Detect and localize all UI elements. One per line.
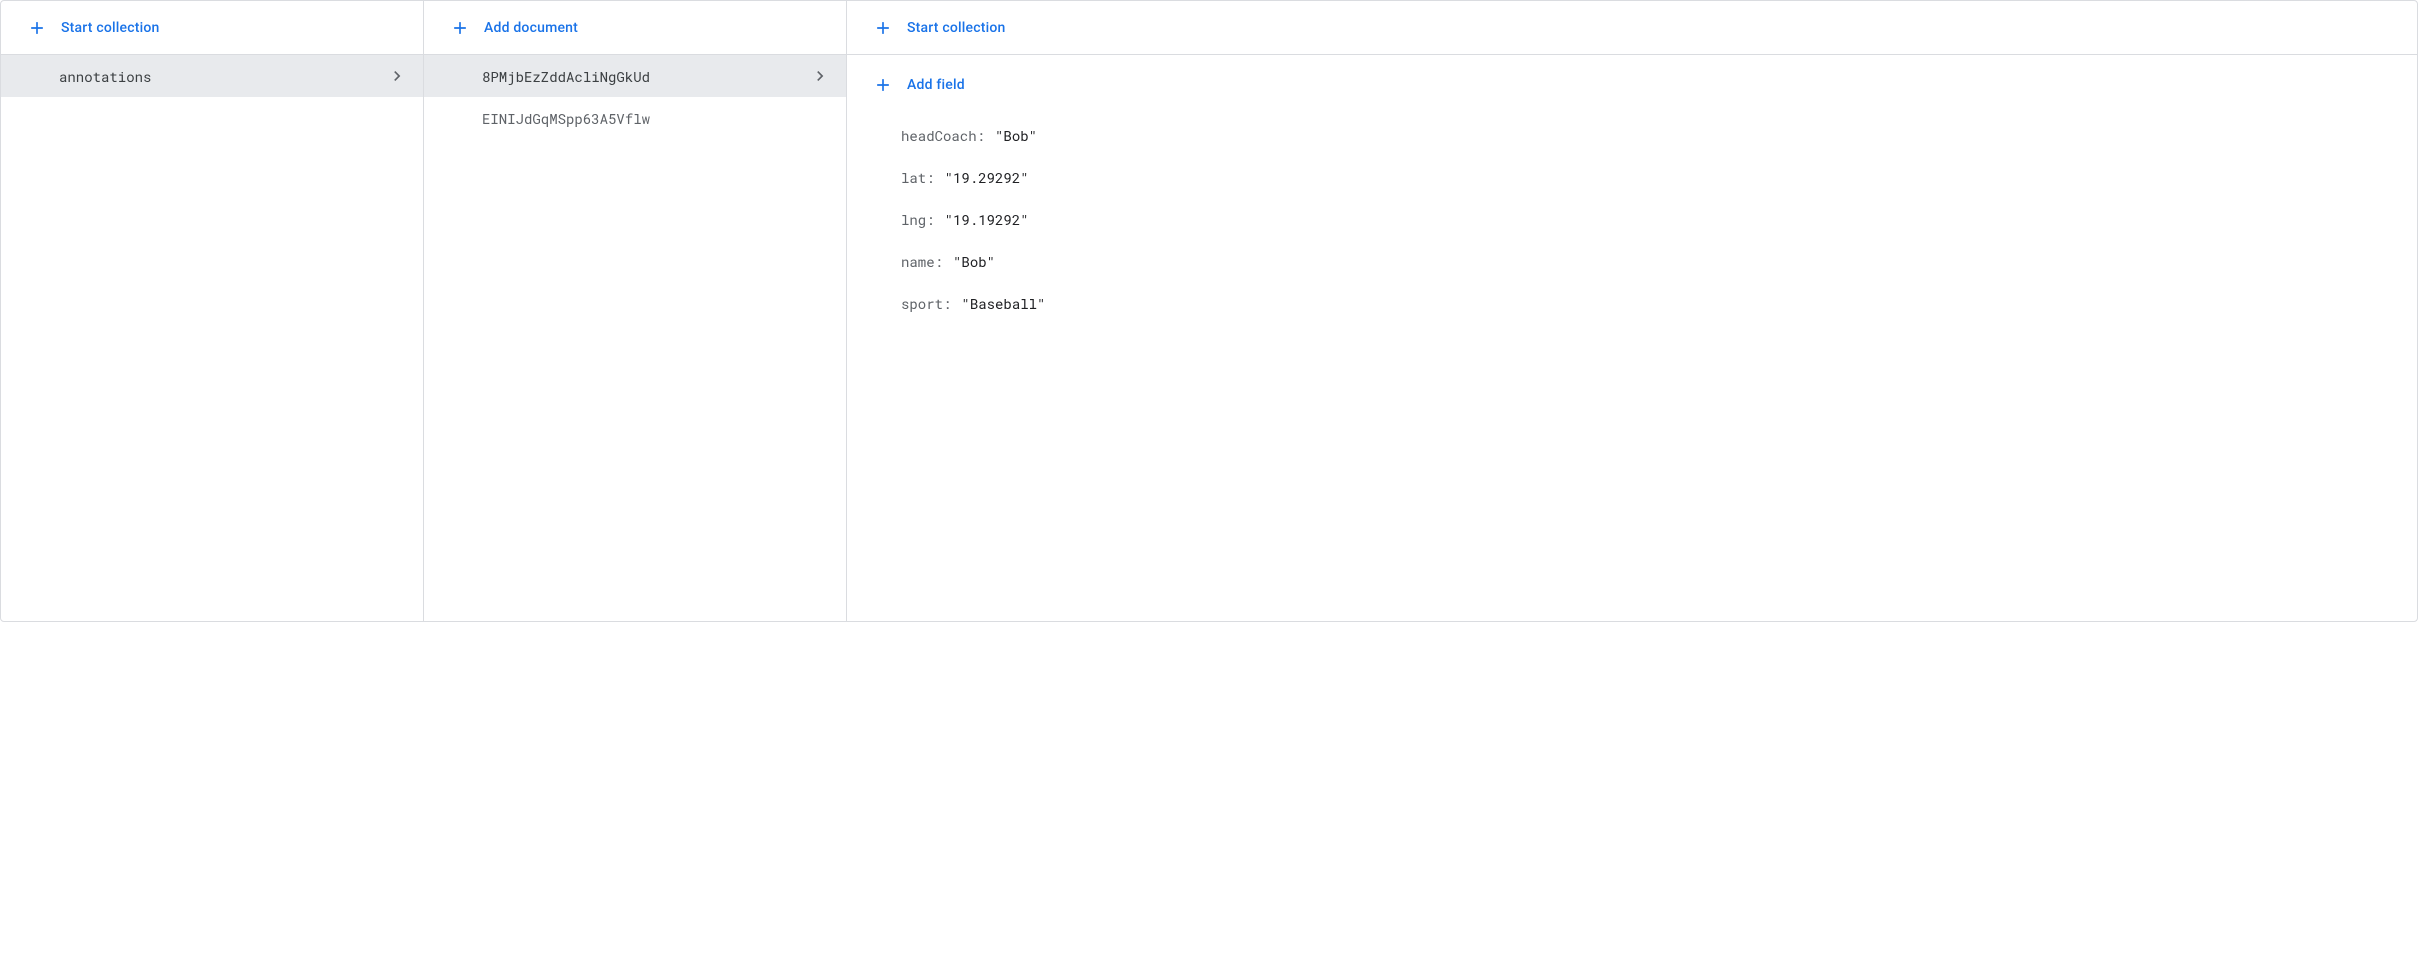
documents-panel: Add document 8PMjbEzZddAcliNgGkUd EINIJd… xyxy=(424,1,847,621)
field-value: "Bob" xyxy=(995,125,1037,147)
plus-icon xyxy=(871,73,895,97)
add-document-button[interactable]: Add document xyxy=(424,1,846,55)
field-colon: : xyxy=(926,209,934,231)
fields-panel: Start collection Add field headCoach: "B… xyxy=(847,1,2417,621)
field-key: name xyxy=(901,251,935,273)
document-item[interactable]: 8PMjbEzZddAcliNgGkUd xyxy=(424,55,846,97)
document-item-label: EINIJdGqMSpp63A5Vflw xyxy=(482,109,830,128)
plus-icon xyxy=(25,16,49,40)
field-key: lng xyxy=(901,209,926,231)
start-subcollection-button[interactable]: Start collection xyxy=(847,1,2417,55)
field-value: "19.19292" xyxy=(945,209,1029,231)
chevron-right-icon xyxy=(810,66,830,86)
field-row[interactable]: name: "Bob" xyxy=(847,241,2417,283)
plus-icon xyxy=(871,16,895,40)
collections-panel: Start collection annotations xyxy=(1,1,424,621)
field-row[interactable]: sport: "Baseball" xyxy=(847,283,2417,325)
field-row[interactable]: headCoach: "Bob" xyxy=(847,115,2417,157)
add-field-label: Add field xyxy=(907,77,965,93)
collection-item[interactable]: annotations xyxy=(1,55,423,97)
field-key: sport xyxy=(901,293,943,315)
field-colon: : xyxy=(977,125,985,147)
field-value: "Baseball" xyxy=(961,293,1045,315)
field-value: "19.29292" xyxy=(945,167,1029,189)
field-value: "Bob" xyxy=(953,251,995,273)
field-colon: : xyxy=(926,167,934,189)
start-subcollection-label: Start collection xyxy=(907,20,1005,36)
add-document-label: Add document xyxy=(484,20,578,36)
chevron-right-icon xyxy=(387,66,407,86)
start-collection-label: Start collection xyxy=(61,20,159,36)
field-row[interactable]: lng: "19.19292" xyxy=(847,199,2417,241)
field-key: headCoach xyxy=(901,125,977,147)
document-item-label: 8PMjbEzZddAcliNgGkUd xyxy=(482,67,802,86)
collection-item-label: annotations xyxy=(59,67,379,86)
firestore-data-viewer: Start collection annotations Add documen… xyxy=(0,0,2418,622)
start-collection-button[interactable]: Start collection xyxy=(1,1,423,55)
plus-icon xyxy=(448,16,472,40)
document-item[interactable]: EINIJdGqMSpp63A5Vflw xyxy=(424,97,846,139)
add-field-button[interactable]: Add field xyxy=(847,61,2417,109)
fields-body: Add field headCoach: "Bob" lat: "19.2929… xyxy=(847,55,2417,621)
field-key: lat xyxy=(901,167,926,189)
field-colon: : xyxy=(943,293,951,315)
field-row[interactable]: lat: "19.29292" xyxy=(847,157,2417,199)
field-colon: : xyxy=(935,251,943,273)
documents-list: 8PMjbEzZddAcliNgGkUd EINIJdGqMSpp63A5Vfl… xyxy=(424,55,846,621)
fields-list: headCoach: "Bob" lat: "19.29292" lng: "1… xyxy=(847,109,2417,325)
collections-list: annotations xyxy=(1,55,423,621)
